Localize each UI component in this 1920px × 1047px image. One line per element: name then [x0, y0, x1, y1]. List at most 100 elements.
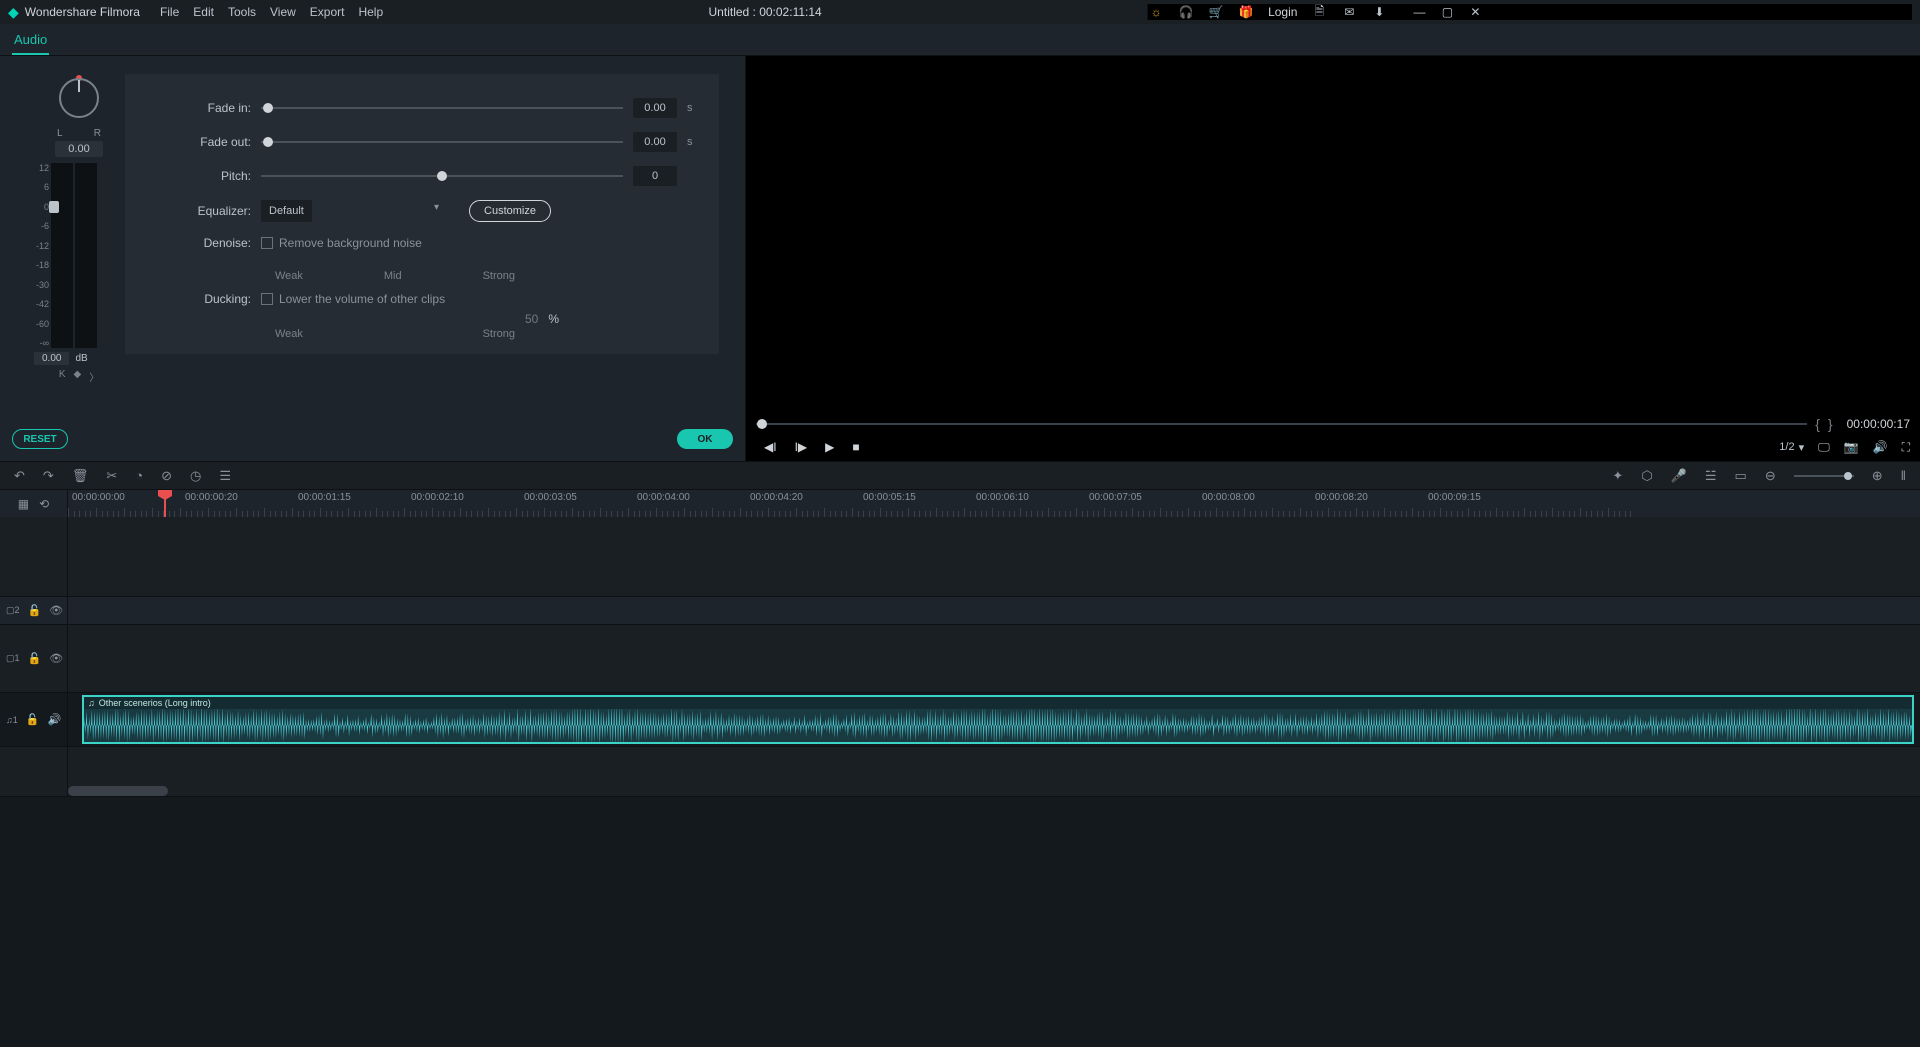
login-link[interactable]: Login [1268, 5, 1297, 19]
split-icon[interactable]: ✂ [106, 468, 117, 484]
prev-keyframe-icon[interactable]: K [59, 369, 66, 384]
display-icon[interactable]: 🖵 [1818, 440, 1830, 455]
customize-button[interactable]: Customize [469, 200, 551, 222]
clip-title: Other scenerios (Long intro) [99, 698, 211, 708]
link-icon[interactable]: ⟲ [39, 497, 49, 511]
volume-icon[interactable]: 🔊 [1873, 440, 1888, 454]
pan-r: R [94, 128, 101, 139]
meter-bar-r [75, 163, 97, 348]
playhead[interactable]: ✂ [164, 490, 166, 517]
stop-icon[interactable]: ■ [852, 440, 859, 454]
preview-scrubber[interactable] [756, 423, 1807, 425]
gift-icon[interactable]: 🎁 [1238, 4, 1254, 20]
meter-unit: dB [75, 353, 87, 364]
marker-icon[interactable]: ⬡ [1641, 468, 1652, 484]
lock-icon[interactable]: 🔓 [28, 652, 42, 665]
preview-viewport [802, 56, 1864, 411]
menu-view[interactable]: View [270, 5, 296, 19]
menu-export[interactable]: Export [310, 5, 345, 19]
ok-button[interactable]: OK [677, 429, 733, 449]
tab-bar: Audio [0, 24, 1920, 56]
timeline-toolbar: ↶ ↷ 🗑 ✂ ◔ ⊘ ◷ ☰ ✦ ⬡ 🎤 ☱ ▭ ⊖ ⊕ ‖ [0, 461, 1920, 489]
play-icon[interactable]: ▶ [825, 440, 834, 454]
save-icon[interactable]: 🗎 [1311, 4, 1327, 20]
mark-in-icon[interactable]: { [1815, 416, 1820, 432]
zoom-ratio[interactable]: 1/2 ▾ [1779, 441, 1804, 454]
fadeout-slider[interactable] [261, 136, 623, 148]
zoom-slider[interactable] [1794, 475, 1854, 477]
fadein-slider[interactable] [261, 102, 623, 114]
audio-clip[interactable]: ♫ Other scenerios (Long intro) [82, 695, 1914, 744]
crop-icon[interactable]: ◔ [135, 468, 143, 483]
pan-value: 0.00 [55, 141, 103, 157]
lock-icon[interactable]: 🔓 [26, 713, 40, 726]
app-logo-icon: ◆ [8, 4, 19, 21]
lock-icon[interactable]: 🔓 [28, 604, 42, 617]
redo-icon[interactable]: ↷ [43, 468, 54, 484]
prev-frame-icon[interactable]: ◀I [764, 440, 777, 454]
ducking-text: Lower the volume of other clips [279, 292, 445, 306]
minimize-icon[interactable]: — [1411, 4, 1427, 20]
meter-bar-l [51, 163, 73, 348]
eye-icon[interactable]: 👁 [49, 652, 63, 665]
track-v2-label: ▢2 [6, 605, 20, 616]
pic-icon[interactable]: ▭ [1735, 468, 1747, 484]
ducking-slider[interactable] [275, 313, 515, 325]
waveform [84, 709, 1912, 742]
pitch-value[interactable]: 0 [633, 166, 677, 186]
eq-select[interactable]: Default [261, 200, 312, 222]
fullscreen-icon[interactable]: ⛶ [1902, 440, 1910, 455]
reset-button[interactable]: RESET [12, 429, 68, 449]
record-icon[interactable]: 🎤 [1671, 468, 1687, 484]
ruler-scale[interactable]: ✂ 00:00:00:0000:00:00:2000:00:01:1500:00… [68, 490, 1920, 517]
preview-time: 00:00:00:17 [1847, 417, 1910, 431]
speed-icon[interactable]: ⊘ [161, 468, 172, 484]
next-keyframe-icon[interactable]: 〉 [89, 369, 99, 384]
mixer-icon[interactable]: ☱ [1705, 468, 1717, 484]
menu-help[interactable]: Help [358, 5, 383, 19]
headphones-icon[interactable]: 🎧 [1178, 4, 1194, 20]
ducking-checkbox[interactable] [261, 293, 273, 305]
track-manage-icon[interactable]: ▦ [18, 497, 29, 511]
volume-fader[interactable] [49, 201, 59, 213]
delete-icon[interactable]: 🗑 [72, 468, 89, 484]
menu-file[interactable]: File [160, 5, 179, 19]
menu-edit[interactable]: Edit [193, 5, 214, 19]
fadeout-value[interactable]: 0.00 [633, 132, 677, 152]
maximize-icon[interactable]: ▢ [1439, 4, 1455, 20]
meter-value: 0.00 [34, 352, 69, 365]
lightbulb-icon[interactable]: ☼ [1148, 4, 1164, 20]
undo-icon[interactable]: ↶ [14, 468, 25, 484]
denoise-slider[interactable] [275, 256, 515, 268]
mail-icon[interactable]: ✉ [1341, 4, 1357, 20]
color-icon[interactable]: ◷ [190, 468, 201, 484]
download-icon[interactable]: ⬇ [1371, 4, 1387, 20]
mark-out-icon[interactable]: } [1828, 416, 1833, 432]
snapshot-icon[interactable]: 📷 [1844, 440, 1859, 454]
adjust-icon[interactable]: ☰ [219, 468, 231, 484]
fadein-value[interactable]: 0.00 [633, 98, 677, 118]
cart-icon[interactable]: 🛒 [1208, 4, 1224, 20]
denoise-checkbox[interactable] [261, 237, 273, 249]
menu-tools[interactable]: Tools [228, 5, 256, 19]
zoom-fit-icon[interactable]: ‖ [1901, 468, 1906, 483]
close-icon[interactable]: ✕ [1467, 4, 1483, 20]
music-note-icon: ♫ [88, 698, 95, 708]
ducking-value: 50 [525, 312, 538, 326]
zoom-out-icon[interactable]: ⊖ [1765, 468, 1776, 484]
menu-bar: File Edit Tools View Export Help [160, 5, 383, 19]
add-keyframe-icon[interactable]: ◆ [73, 369, 81, 384]
next-frame-icon[interactable]: I▶ [795, 440, 808, 454]
render-icon[interactable]: ✦ [1612, 468, 1623, 484]
pitch-label: Pitch: [139, 169, 251, 183]
timeline-ruler: ▦ ⟲ ✂ 00:00:00:0000:00:00:2000:00:01:150… [0, 489, 1920, 517]
speaker-icon[interactable]: 🔊 [47, 713, 61, 726]
pitch-slider[interactable] [261, 170, 623, 182]
zoom-in-icon[interactable]: ⊕ [1872, 468, 1883, 484]
pan-knob[interactable] [59, 78, 99, 118]
horizontal-scrollbar[interactable] [68, 786, 168, 796]
tab-audio[interactable]: Audio [12, 26, 49, 55]
denoise-label: Denoise: [139, 236, 251, 250]
document-title: Untitled : 00:02:11:14 [383, 5, 1147, 19]
eye-icon[interactable]: 👁 [49, 604, 63, 617]
